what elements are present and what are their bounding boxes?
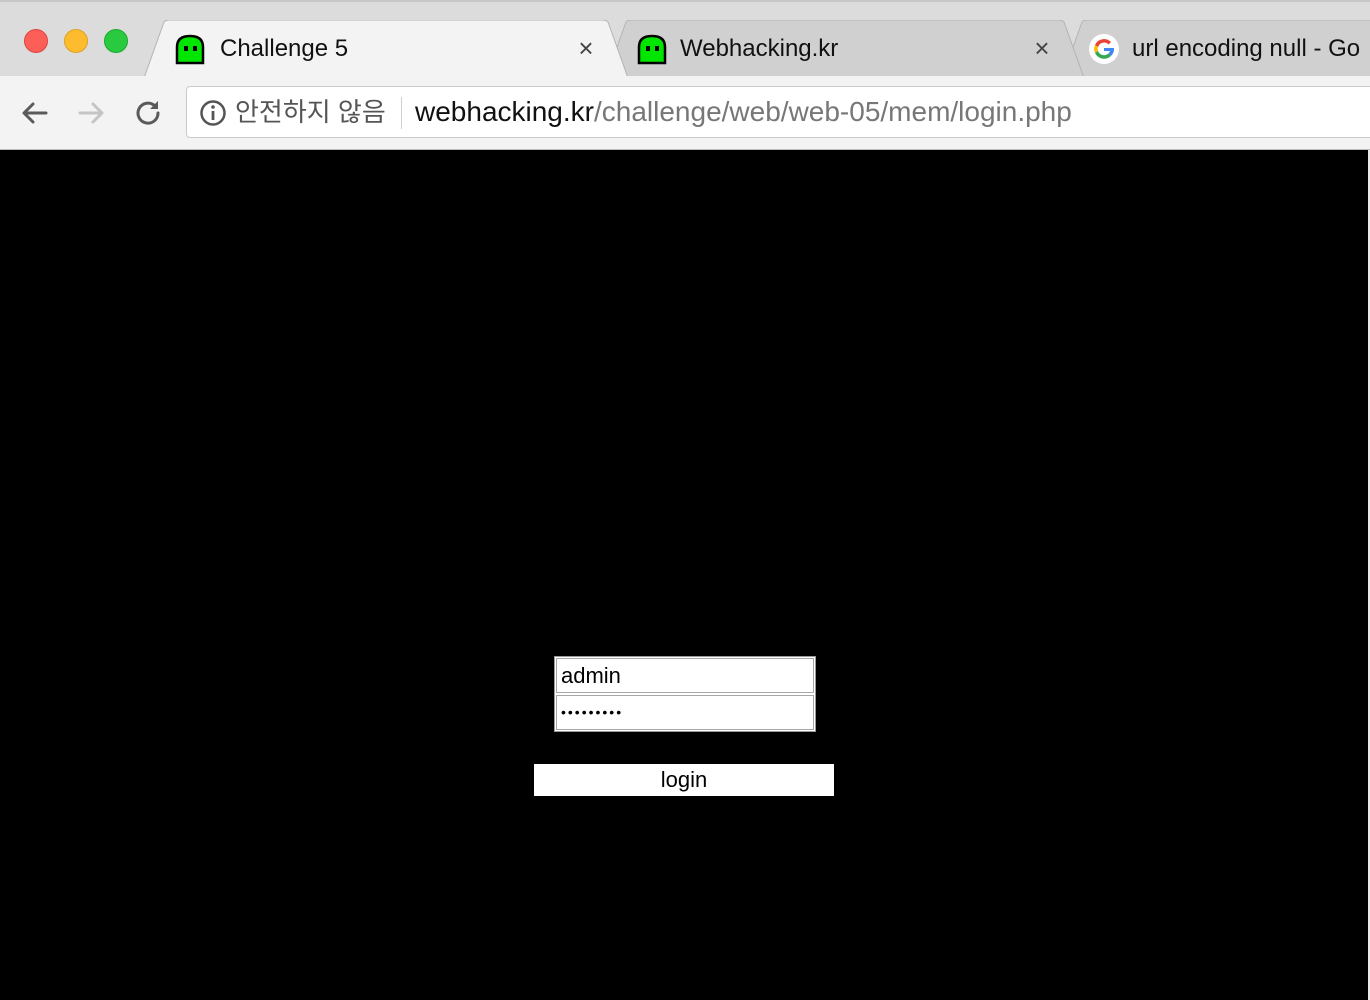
page-content: ••••••••• login bbox=[0, 150, 1370, 1000]
green-ghost-icon bbox=[174, 33, 206, 65]
tab-title: Challenge 5 bbox=[220, 35, 349, 62]
tab-background bbox=[144, 20, 628, 76]
login-form-table: ••••••••• bbox=[554, 656, 816, 732]
tab-title: Webhacking.kr bbox=[680, 35, 839, 62]
close-icon[interactable]: × bbox=[1030, 35, 1054, 61]
info-icon[interactable] bbox=[199, 99, 227, 127]
address-bar[interactable]: 안전하지 않음 webhacking.kr/challenge/web/web-… bbox=[186, 86, 1370, 138]
tab-google-search[interactable]: url encoding null - Go bbox=[1062, 20, 1370, 76]
tab-title: url encoding null - Go bbox=[1132, 35, 1361, 62]
tab-webhacking[interactable]: Webhacking.kr × bbox=[606, 20, 1086, 76]
window-minimize-button[interactable] bbox=[64, 29, 88, 53]
address-divider bbox=[401, 97, 402, 129]
password-input[interactable]: ••••••••• bbox=[556, 695, 814, 730]
window-maximize-button[interactable] bbox=[104, 29, 128, 53]
forward-arrow-icon[interactable] bbox=[74, 96, 108, 130]
url-path: /challenge/web/web-05/mem/login.php bbox=[593, 96, 1072, 127]
tab-background bbox=[606, 20, 1084, 76]
google-icon bbox=[1088, 33, 1120, 65]
id-input[interactable] bbox=[556, 658, 814, 693]
window-close-button[interactable] bbox=[24, 29, 48, 53]
tab-challenge-5[interactable]: Challenge 5 × bbox=[144, 20, 630, 76]
security-status-label[interactable]: 안전하지 않음 bbox=[235, 95, 386, 129]
url-text[interactable]: webhacking.kr/challenge/web/web-05/mem/l… bbox=[415, 95, 1072, 129]
tab-strip: url encoding null - Go Webhacking.kr × C… bbox=[0, 0, 1370, 76]
url-host: webhacking.kr bbox=[415, 96, 594, 127]
green-ghost-icon bbox=[636, 33, 668, 65]
close-icon[interactable]: × bbox=[574, 35, 598, 61]
login-button[interactable]: login bbox=[534, 764, 834, 796]
back-arrow-icon[interactable] bbox=[18, 96, 52, 130]
reload-icon[interactable] bbox=[131, 96, 165, 130]
browser-toolbar: 안전하지 않음 webhacking.kr/challenge/web/web-… bbox=[0, 76, 1370, 150]
browser-window: url encoding null - Go Webhacking.kr × C… bbox=[0, 0, 1370, 1000]
